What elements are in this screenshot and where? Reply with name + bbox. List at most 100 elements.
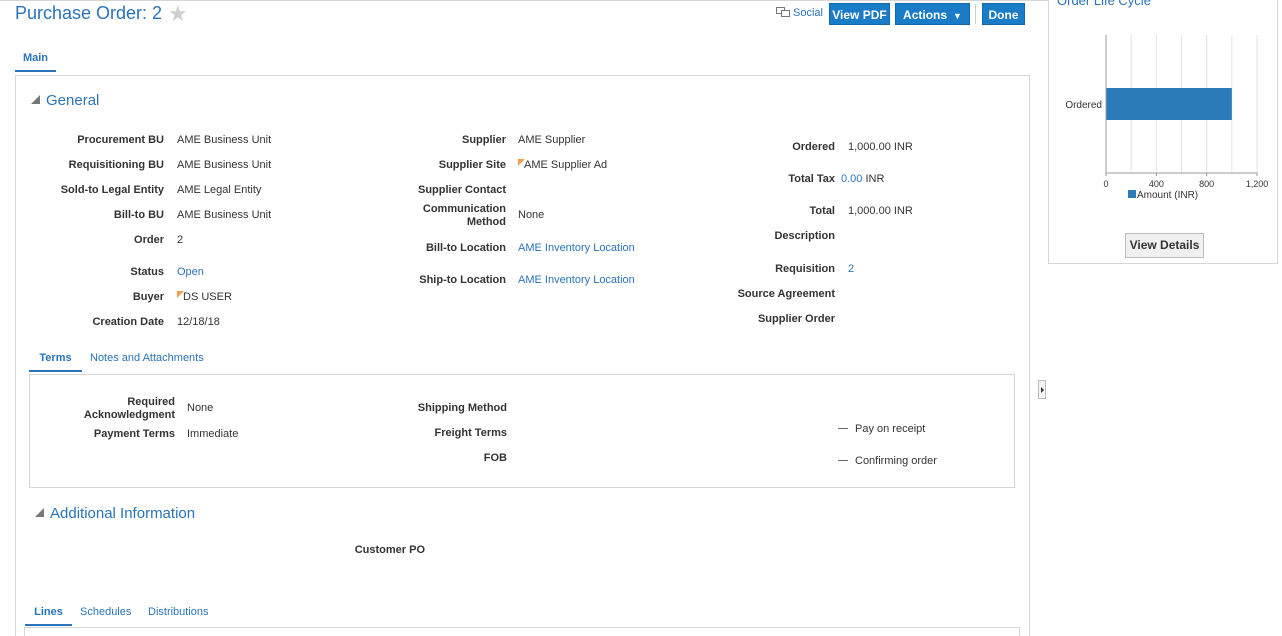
ordered-label: Ordered	[792, 141, 835, 153]
buyer-value[interactable]: DS USER	[177, 291, 232, 303]
tab-lines[interactable]: Lines	[25, 606, 72, 626]
actions-label: Actions	[903, 8, 948, 22]
payment-terms-label: Payment Terms	[93, 428, 175, 440]
buyer-label: Buyer	[132, 291, 164, 303]
supplier-order-label: Supplier Order	[757, 313, 835, 325]
sold-to-legal-entity-value: AME Legal Entity	[177, 184, 262, 196]
communication-method-label-line2: Method	[466, 216, 506, 228]
social-link[interactable]: Social	[776, 7, 823, 19]
fob-label: FOB	[483, 452, 507, 464]
requisitioning-bu-value: AME Business Unit	[177, 159, 272, 171]
page-title: Purchase Order: 2	[15, 3, 163, 23]
lines-panel	[24, 627, 1020, 636]
chart-bars	[1106, 88, 1232, 120]
tab-terms[interactable]: Terms	[29, 352, 82, 372]
bill-to-location-label: Bill-to Location	[425, 242, 506, 254]
requisition-link[interactable]: 2	[848, 263, 854, 275]
confirming-order-item: Confirming order	[838, 455, 937, 467]
order-value: 2	[177, 234, 184, 246]
chart-tick-label: 800	[1199, 179, 1214, 189]
buyer-name: DS USER	[183, 291, 232, 303]
social-label: Social	[793, 7, 823, 19]
communication-method-value: None	[518, 209, 545, 221]
order-life-cycle-title: Order Life Cycle	[1057, 0, 1151, 8]
supplier-value: AME Supplier	[518, 134, 586, 146]
view-details-button[interactable]: View Details	[1125, 233, 1204, 258]
source-agreement-label: Source Agreement	[737, 288, 835, 300]
total-value: 1,000.00 INR	[848, 205, 913, 217]
dash-icon	[838, 460, 848, 461]
chart-tick-labels: 0 400 800 1,200	[1103, 179, 1268, 189]
order-label: Order	[134, 234, 164, 246]
additional-information-toggle[interactable]: Additional Information	[35, 505, 195, 522]
chart-tick-label: 0	[1103, 179, 1108, 189]
social-icon	[776, 7, 790, 17]
order-life-cycle-chart: Ordered 0 400 800 1,200 Amount (INR)	[1065, 35, 1268, 201]
supplier-site-name: AME Supplier Ad	[524, 159, 608, 171]
requisition-label: Requisition	[775, 263, 835, 275]
tab-notes-and-attachments[interactable]: Notes and Attachments	[90, 352, 204, 370]
required-acknowledgment-line1: Required	[127, 396, 175, 408]
additional-information-heading: Additional Information	[50, 505, 196, 522]
required-acknowledgment-value: None	[187, 402, 214, 414]
total-tax-value: 0.00 INR	[841, 173, 884, 185]
dash-icon	[838, 428, 848, 429]
done-button[interactable]: Done	[982, 3, 1025, 25]
view-pdf-button[interactable]: View PDF	[829, 3, 890, 25]
communication-method-label: Communication Method	[423, 203, 506, 229]
total-tax-link[interactable]: 0.00	[841, 173, 862, 185]
legend-label: Amount (INR)	[1137, 190, 1198, 201]
total-tax-label: Total Tax	[788, 173, 835, 185]
favorite-star-icon[interactable]: ★	[168, 1, 188, 27]
chart-category-labels: Ordered	[1065, 100, 1102, 111]
required-acknowledgment-label: Required Acknowledgment	[84, 396, 175, 422]
panel-splitter-handle[interactable]	[1038, 380, 1046, 399]
chart-legend: Amount (INR)	[1128, 190, 1198, 201]
sold-to-legal-entity-label: Sold-to Legal Entity	[60, 184, 164, 196]
total-label: Total	[809, 205, 835, 217]
required-acknowledgment-line2: Acknowledgment	[83, 409, 175, 421]
chart-bar	[1106, 88, 1232, 120]
description-label: Description	[774, 230, 835, 242]
pay-on-receipt-item: Pay on receipt	[838, 423, 925, 435]
pay-on-receipt-text: Pay on receipt	[855, 423, 926, 435]
total-tax-currency: INR	[865, 173, 885, 185]
bill-to-location-link[interactable]: AME Inventory Location	[518, 242, 635, 254]
customer-po-label: Customer PO	[354, 544, 425, 556]
procurement-bu-label: Procurement BU	[77, 134, 164, 146]
requisitioning-bu-label: Requisitioning BU	[68, 159, 164, 171]
communication-method-label-line1: Communication	[422, 203, 506, 215]
creation-date-value: 12/18/18	[177, 316, 220, 328]
procurement-bu-value: AME Business Unit	[177, 134, 272, 146]
freight-terms-label: Freight Terms	[434, 427, 507, 439]
chart-tick-label: 1,200	[1246, 179, 1269, 189]
status-link[interactable]: Open	[177, 266, 204, 278]
bill-to-bu-value: AME Business Unit	[177, 209, 272, 221]
legend-swatch	[1128, 190, 1136, 198]
collapse-triangle-icon	[31, 95, 40, 104]
ship-to-location-link[interactable]: AME Inventory Location	[518, 274, 635, 286]
tab-main[interactable]: Main	[15, 52, 56, 72]
shipping-method-label: Shipping Method	[417, 402, 507, 414]
supplier-site-value[interactable]: AME Supplier Ad	[518, 159, 607, 171]
tab-schedules[interactable]: Schedules	[80, 606, 131, 624]
general-section-toggle[interactable]: General	[31, 92, 99, 109]
chart-category-label: Ordered	[1065, 100, 1102, 111]
general-heading: General	[46, 92, 100, 109]
supplier-contact-label: Supplier Contact	[417, 184, 506, 196]
bill-to-bu-label: Bill-to BU	[113, 209, 164, 221]
confirming-order-text: Confirming order	[855, 455, 937, 467]
ship-to-location-label: Ship-to Location	[419, 274, 506, 286]
collapse-triangle-icon	[35, 508, 44, 517]
toolbar-separator	[975, 4, 976, 24]
chart-tick-label: 400	[1149, 179, 1164, 189]
supplier-site-label: Supplier Site	[438, 159, 506, 171]
creation-date-label: Creation Date	[92, 316, 164, 328]
ordered-value: 1,000.00 INR	[848, 141, 913, 153]
caret-down-icon: ▼	[953, 11, 962, 21]
supplier-label: Supplier	[461, 134, 506, 146]
actions-button[interactable]: Actions ▼	[895, 3, 970, 25]
status-label: Status	[130, 266, 164, 278]
payment-terms-value: Immediate	[187, 428, 239, 440]
tab-distributions[interactable]: Distributions	[148, 606, 209, 624]
